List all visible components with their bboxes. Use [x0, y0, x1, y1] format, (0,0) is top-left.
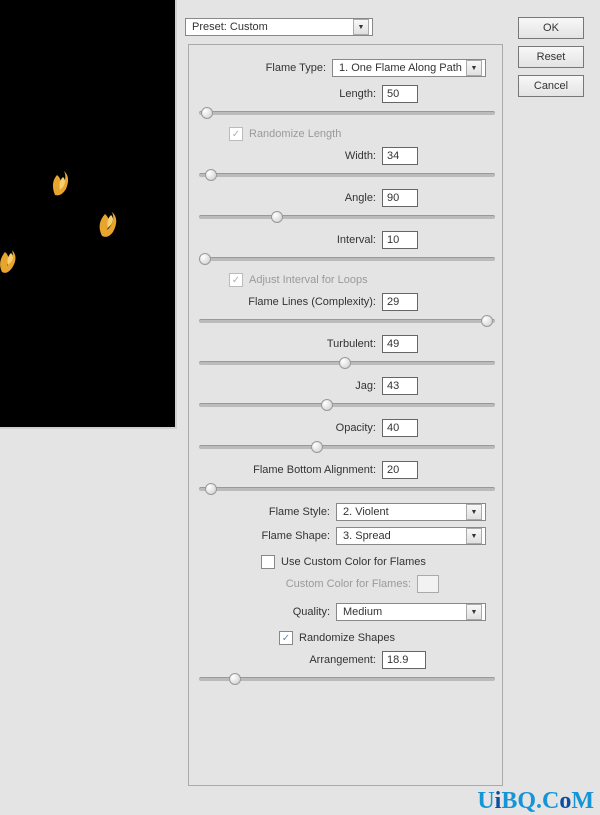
- preset-label: Preset: Custom: [192, 21, 268, 33]
- use-custom-color-checkbox[interactable]: [261, 555, 275, 569]
- cancel-button[interactable]: Cancel: [518, 75, 584, 97]
- quality-label: Quality:: [293, 606, 330, 618]
- flame-style-label: Flame Style:: [269, 506, 330, 518]
- angle-label: Angle:: [345, 192, 376, 204]
- adjust-interval-label: Adjust Interval for Loops: [249, 274, 368, 286]
- complexity-label: Flame Lines (Complexity):: [248, 296, 376, 308]
- custom-color-swatch: [417, 575, 439, 593]
- length-label: Length:: [339, 88, 376, 100]
- flame-style-dropdown[interactable]: 2. Violent ▼: [336, 503, 486, 521]
- jag-slider[interactable]: [199, 399, 495, 411]
- adjust-interval-checkbox: [229, 273, 243, 287]
- randomize-length-checkbox: [229, 127, 243, 141]
- flame-shape-dropdown[interactable]: 3. Spread ▼: [336, 527, 486, 545]
- interval-slider[interactable]: [199, 253, 495, 265]
- slider-thumb[interactable]: [321, 399, 333, 411]
- slider-thumb[interactable]: [481, 315, 493, 327]
- jag-label: Jag:: [355, 380, 376, 392]
- width-label: Width:: [345, 150, 376, 162]
- flame-shape-label: Flame Shape:: [262, 530, 330, 542]
- custom-color-label: Custom Color for Flames:: [286, 578, 411, 590]
- slider-thumb[interactable]: [205, 169, 217, 181]
- slider-thumb[interactable]: [271, 211, 283, 223]
- turbulent-input[interactable]: 49: [382, 335, 418, 353]
- watermark: UiBQ.CoM: [477, 788, 594, 815]
- opacity-label: Opacity:: [336, 422, 376, 434]
- use-custom-color-label: Use Custom Color for Flames: [281, 556, 426, 568]
- angle-slider[interactable]: [199, 211, 495, 223]
- slider-thumb[interactable]: [311, 441, 323, 453]
- interval-input[interactable]: 10: [382, 231, 418, 249]
- preview-canvas: [0, 0, 177, 429]
- slider-thumb[interactable]: [229, 673, 241, 685]
- complexity-input[interactable]: 29: [382, 293, 418, 311]
- chevron-down-icon: ▼: [466, 504, 482, 520]
- arrangement-slider[interactable]: [199, 673, 495, 685]
- width-input[interactable]: 34: [382, 147, 418, 165]
- flame-type-dropdown[interactable]: 1. One Flame Along Path ▼: [332, 59, 486, 77]
- angle-input[interactable]: 90: [382, 189, 418, 207]
- randomize-length-label: Randomize Length: [249, 128, 341, 140]
- flame-type-label: Flame Type:: [266, 62, 326, 74]
- ok-button[interactable]: OK: [518, 17, 584, 39]
- slider-thumb[interactable]: [201, 107, 213, 119]
- complexity-slider[interactable]: [199, 315, 495, 327]
- randomize-shapes-label: Randomize Shapes: [299, 632, 395, 644]
- chevron-down-icon: ▼: [466, 604, 482, 620]
- turbulent-label: Turbulent:: [327, 338, 376, 350]
- width-slider[interactable]: [199, 169, 495, 181]
- chevron-down-icon: ▼: [466, 528, 482, 544]
- bottom-align-slider[interactable]: [199, 483, 495, 495]
- bottom-align-label: Flame Bottom Alignment:: [253, 464, 376, 476]
- preset-dropdown[interactable]: Preset: Custom ▼: [185, 18, 373, 36]
- length-input[interactable]: 50: [382, 85, 418, 103]
- arrangement-label: Arrangement:: [309, 654, 376, 666]
- opacity-input[interactable]: 40: [382, 419, 418, 437]
- bottom-align-input[interactable]: 20: [382, 461, 418, 479]
- chevron-down-icon: ▼: [353, 19, 369, 35]
- chevron-down-icon: ▼: [466, 60, 482, 76]
- randomize-shapes-checkbox[interactable]: [279, 631, 293, 645]
- quality-dropdown[interactable]: Medium ▼: [336, 603, 486, 621]
- options-panel: Flame Type: 1. One Flame Along Path ▼ Le…: [188, 44, 503, 786]
- arrangement-input[interactable]: 18.9: [382, 651, 426, 669]
- opacity-slider[interactable]: [199, 441, 495, 453]
- interval-label: Interval:: [337, 234, 376, 246]
- slider-thumb[interactable]: [199, 253, 211, 265]
- turbulent-slider[interactable]: [199, 357, 495, 369]
- slider-thumb[interactable]: [339, 357, 351, 369]
- slider-thumb[interactable]: [205, 483, 217, 495]
- length-slider[interactable]: [199, 107, 495, 119]
- reset-button[interactable]: Reset: [518, 46, 584, 68]
- jag-input[interactable]: 43: [382, 377, 418, 395]
